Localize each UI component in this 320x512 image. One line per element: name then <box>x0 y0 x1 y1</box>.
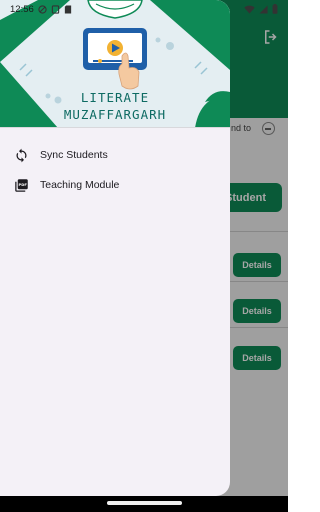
svg-text:PDF: PDF <box>18 182 27 186</box>
signal-icon <box>259 4 268 14</box>
status-bar: 12:56 <box>0 0 288 18</box>
sync-icon <box>13 147 29 163</box>
menu-item-label: Sync Students <box>40 149 108 161</box>
home-gesture-handle[interactable] <box>107 501 182 505</box>
screenshot-icon <box>51 4 59 14</box>
brand-title-line1: LITERATE <box>80 90 150 105</box>
brand-title-line2: MUZAFFARGARH <box>63 107 167 122</box>
drawer-header: LITERATE MUZAFFARGARH <box>0 0 230 128</box>
menu-item-teaching-module[interactable]: PDF Teaching Module <box>0 170 230 200</box>
do-not-disturb-icon <box>38 4 47 14</box>
menu-item-sync-students[interactable]: Sync Students <box>0 140 230 170</box>
navigation-drawer: LITERATE MUZAFFARGARH Sync Students PDF … <box>0 0 230 496</box>
pdf-icon: PDF <box>13 177 29 193</box>
battery-icon <box>272 4 278 14</box>
sd-card-icon <box>64 4 71 14</box>
menu-item-label: Teaching Module <box>40 179 120 191</box>
drawer-menu: Sync Students PDF Teaching Module <box>0 128 230 200</box>
system-nav-bar <box>0 496 288 512</box>
status-time: 12:56 <box>10 3 34 15</box>
wifi-icon <box>244 5 255 14</box>
